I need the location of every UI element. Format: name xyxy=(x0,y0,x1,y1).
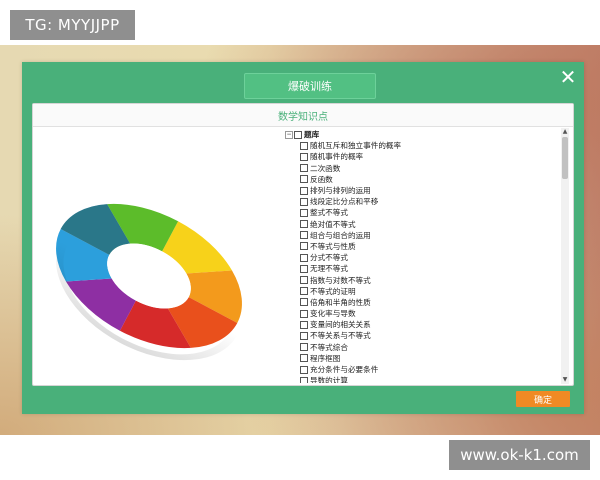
tree-item-label: 分式不等式 xyxy=(310,253,348,263)
checkbox-icon[interactable] xyxy=(300,343,308,352)
tree-item[interactable]: 排列与排列的运用 xyxy=(285,185,557,196)
tree-item[interactable]: 变量间的相关关系 xyxy=(285,319,557,330)
tree-item[interactable]: 不等式与性质 xyxy=(285,241,557,252)
scroll-thumb[interactable] xyxy=(562,137,568,179)
panel-header: 数学知识点 xyxy=(33,104,573,127)
tree-item[interactable]: 分式不等式 xyxy=(285,252,557,263)
watermark-top-left: TG: MYYJJPP xyxy=(10,10,135,40)
tree-item-label: 导数的计算 xyxy=(310,376,348,383)
checkbox-icon[interactable] xyxy=(300,152,308,161)
checkbox-icon[interactable] xyxy=(300,298,308,307)
checkbox-icon[interactable] xyxy=(300,242,308,251)
tree-item[interactable]: 充分条件与必要条件 xyxy=(285,364,557,375)
tree-item[interactable]: 随机互斥和独立事件的概率 xyxy=(285,140,557,151)
tree-item-label: 不等式综合 xyxy=(310,342,348,352)
tree-item[interactable]: 线段定比分点和平移 xyxy=(285,196,557,207)
knowledge-tree: − 题库 随机互斥和独立事件的概率 随机事件的概率 二次函数 反函数排列与排列的运用线… xyxy=(285,129,557,383)
tree-root: − 题库 xyxy=(285,129,557,140)
tree-item[interactable]: 不等式的证明 xyxy=(285,286,557,297)
tree-item-label: 不等式与性质 xyxy=(310,241,356,251)
tree-item-label: 二次函数 xyxy=(310,163,341,173)
tree-item[interactable]: 无理不等式 xyxy=(285,263,557,274)
tree-item-label: 变化率与导数 xyxy=(310,309,356,319)
tree-item-label: 随机互斥和独立事件的概率 xyxy=(310,141,402,151)
scroll-down-arrow-icon[interactable]: ▼ xyxy=(561,376,569,384)
tree-item-label: 线段定比分点和平移 xyxy=(310,197,379,207)
training-dialog: 爆破训练 ✕ 数学知识点 − 题库 随机互斥和独立事件的概率 随机事件的概率 二… xyxy=(22,62,584,414)
tree-item-label: 无理不等式 xyxy=(310,264,348,274)
tree-item[interactable]: 整式不等式 xyxy=(285,207,557,218)
checkbox-icon[interactable] xyxy=(300,354,308,363)
knowledge-panel: 数学知识点 − 题库 随机互斥和独立事件的概率 随机事件的概率 二次函数 反函数… xyxy=(32,103,574,386)
checkbox-icon[interactable] xyxy=(300,287,308,296)
decorative-ring-image xyxy=(37,164,277,384)
tree-item-label: 随机事件的概率 xyxy=(310,152,364,162)
panel-title: 数学知识点 xyxy=(278,111,328,123)
tree-item-label: 倍角和半角的性质 xyxy=(310,297,371,307)
scroll-up-arrow-icon[interactable]: ▲ xyxy=(561,128,569,136)
checkbox-icon[interactable] xyxy=(300,208,308,217)
confirm-button[interactable]: 确定 xyxy=(516,391,570,407)
checkbox-icon[interactable] xyxy=(300,309,308,318)
tree-item[interactable]: 不等式综合 xyxy=(285,342,557,353)
tree-collapse-icon[interactable]: − xyxy=(285,130,293,139)
checkbox-icon[interactable] xyxy=(300,231,308,240)
tree-item-label: 整式不等式 xyxy=(310,208,348,218)
checkbox-icon[interactable] xyxy=(300,365,308,374)
tree-item-label: 不等式的证明 xyxy=(310,286,356,296)
checkbox-icon[interactable] xyxy=(300,164,308,173)
tree-item-label: 变量间的相关关系 xyxy=(310,320,371,330)
tree-item[interactable]: 反函数 xyxy=(285,174,557,185)
tree-item[interactable]: 倍角和半角的性质 xyxy=(285,297,557,308)
tree-item-label: 反函数 xyxy=(310,174,333,184)
checkbox-icon[interactable] xyxy=(300,320,308,329)
dialog-title: 爆破训练 xyxy=(244,73,376,99)
tree-item[interactable]: 随机事件的概率 xyxy=(285,151,557,162)
tree-item-label: 充分条件与必要条件 xyxy=(310,365,379,375)
checkbox-icon[interactable] xyxy=(300,253,308,262)
tree-item-label: 组合与组合的运用 xyxy=(310,230,371,240)
checkbox-icon[interactable] xyxy=(300,197,308,206)
tree-item-label: 指数与对数不等式 xyxy=(310,275,371,285)
tree-item[interactable]: 变化率与导数 xyxy=(285,308,557,319)
checkbox-icon[interactable] xyxy=(300,220,308,229)
tree-root-label: 题库 xyxy=(304,130,320,140)
tree-item-label: 绝对值不等式 xyxy=(310,219,356,229)
checkbox-icon[interactable] xyxy=(300,276,308,285)
tree-item[interactable]: 不等关系与不等式 xyxy=(285,330,557,341)
tree-item[interactable]: 指数与对数不等式 xyxy=(285,274,557,285)
checkbox-icon[interactable] xyxy=(300,141,308,150)
watermark-bottom-right: www.ok-k1.com xyxy=(449,440,590,470)
tree-item[interactable]: 组合与组合的运用 xyxy=(285,230,557,241)
checkbox-icon[interactable] xyxy=(294,130,302,139)
scrollbar[interactable]: ▲ ▼ xyxy=(561,128,569,384)
tree-item-label: 排列与排列的运用 xyxy=(310,186,371,196)
checkbox-icon[interactable] xyxy=(300,331,308,340)
tree-item-label: 程序框图 xyxy=(310,353,341,363)
tree-item[interactable]: 绝对值不等式 xyxy=(285,219,557,230)
checkbox-icon[interactable] xyxy=(300,264,308,273)
checkbox-icon[interactable] xyxy=(300,186,308,195)
tree-item[interactable]: 程序框图 xyxy=(285,353,557,364)
tree-item-label: 不等关系与不等式 xyxy=(310,331,371,341)
tree-item[interactable]: 导数的计算 xyxy=(285,375,557,383)
checkbox-icon[interactable] xyxy=(300,376,308,383)
close-icon[interactable]: ✕ xyxy=(558,67,578,87)
tree-item[interactable]: 二次函数 xyxy=(285,163,557,174)
checkbox-icon[interactable] xyxy=(300,175,308,184)
